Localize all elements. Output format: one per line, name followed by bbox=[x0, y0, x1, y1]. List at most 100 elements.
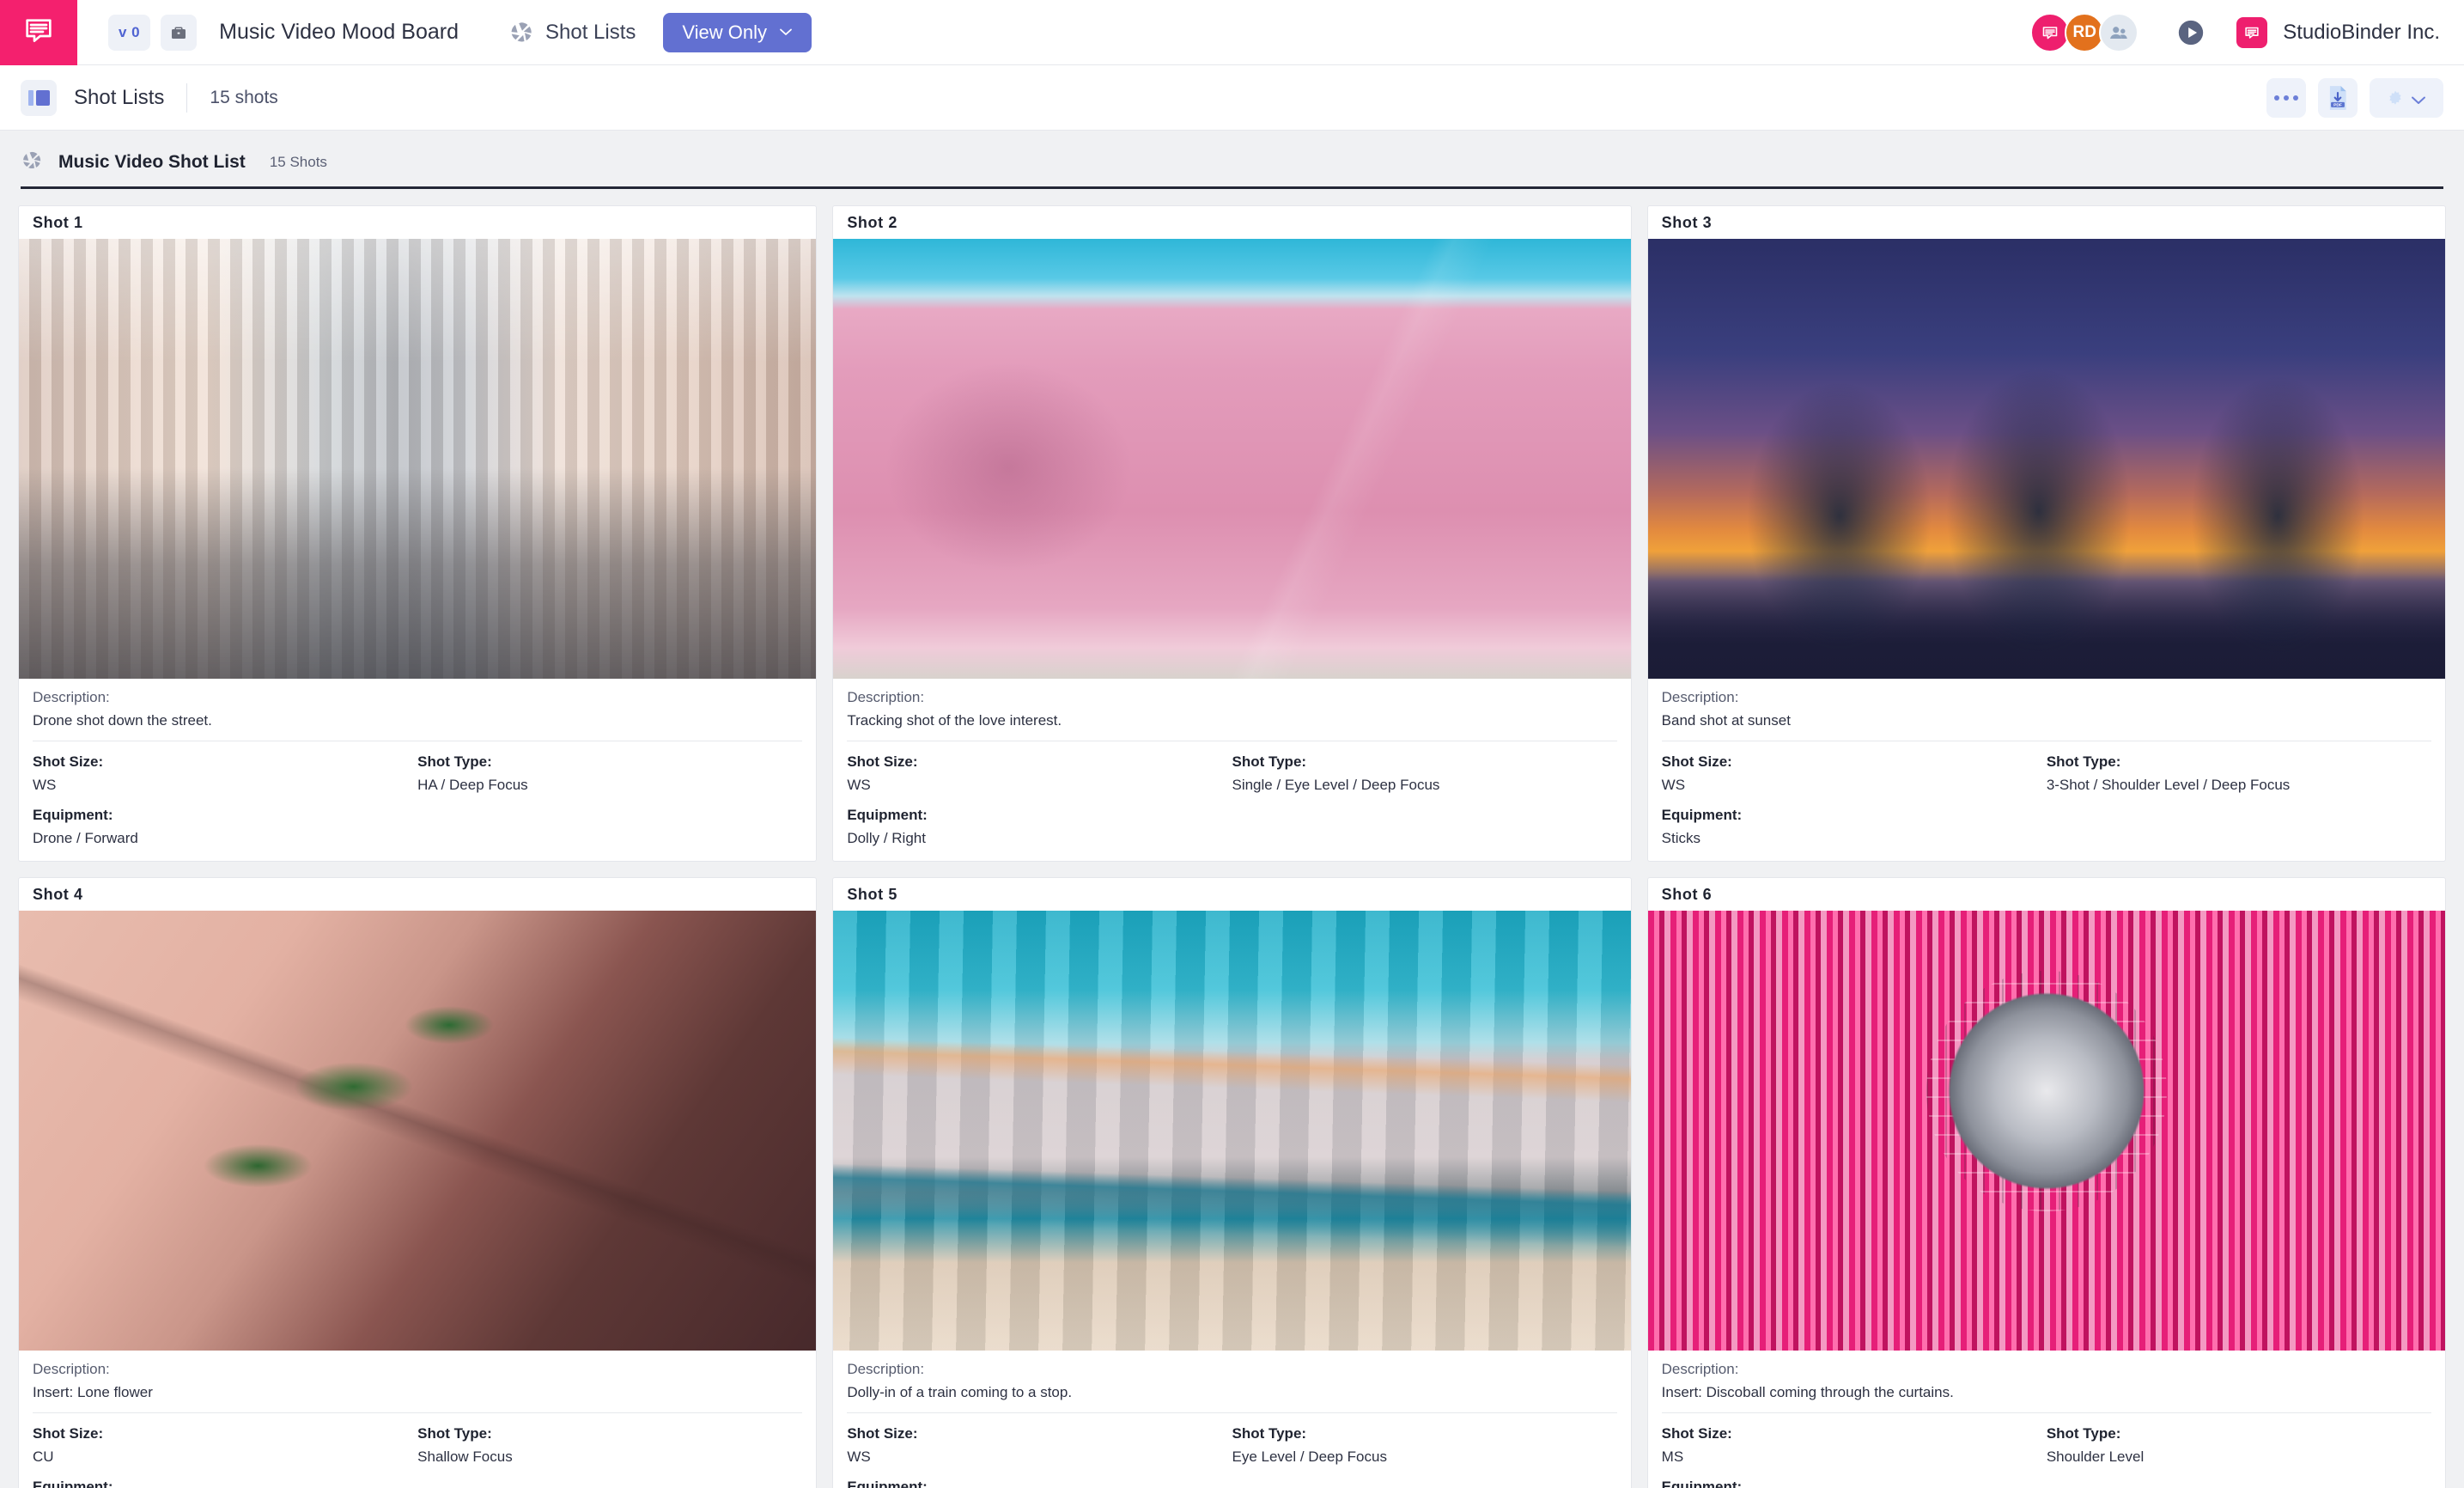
shots-count: 15 shots bbox=[210, 87, 278, 107]
shot-list-columns-icon bbox=[21, 79, 57, 116]
shot-list-title: Music Video Shot List bbox=[58, 152, 246, 172]
equipment-value: Sticks bbox=[1661, 830, 1700, 846]
shot-card-image[interactable] bbox=[1647, 911, 2445, 1351]
shot-card-body: Description: Drone shot down the street.… bbox=[19, 679, 816, 861]
shot-type-value: 3-Shot / Shoulder Level / Deep Focus bbox=[2046, 777, 2291, 793]
description-value: Dolly-in of a train coming to a stop. bbox=[847, 1384, 1073, 1400]
shot-type-value: Eye Level / Deep Focus bbox=[1232, 1448, 1387, 1465]
description-value: Tracking shot of the love interest. bbox=[847, 712, 1062, 729]
studiobinder-speech-bubble-logo-icon bbox=[21, 13, 56, 52]
shot-size-label: Shot Size: bbox=[33, 753, 104, 770]
shot-card[interactable]: Shot 1 Description: Drone shot down the … bbox=[18, 205, 818, 862]
top-bar: v 0 Music Video Mood Board Shot Lists Vi… bbox=[0, 0, 2464, 65]
shot-list-count: 15 Shots bbox=[269, 154, 327, 170]
shot-list-header: Music Video Shot List 15 Shots bbox=[0, 131, 2464, 189]
shot-size-label: Shot Size: bbox=[847, 1425, 918, 1442]
description-value: Drone shot down the street. bbox=[33, 712, 212, 729]
equipment-label: Equipment: bbox=[33, 807, 113, 823]
brand-name[interactable]: StudioBinder Inc. bbox=[2283, 21, 2440, 45]
shot-type-label: Shot Type: bbox=[2046, 1425, 2121, 1442]
description-label: Description: bbox=[33, 1361, 110, 1377]
play-circle-icon[interactable] bbox=[2176, 18, 2205, 47]
aperture-icon bbox=[508, 20, 534, 46]
project-title[interactable]: Music Video Mood Board bbox=[219, 20, 459, 45]
top-bar-left-group: v 0 Music Video Mood Board Shot Lists Vi… bbox=[77, 12, 812, 52]
equipment-label: Equipment: bbox=[847, 1479, 928, 1488]
sub-bar: Shot Lists 15 shots PDF bbox=[0, 65, 2464, 131]
shot-size-label: Shot Size: bbox=[1661, 1425, 1732, 1442]
shot-card-title: Shot 4 bbox=[33, 885, 83, 903]
shot-type-label: Shot Type: bbox=[1232, 1425, 1307, 1442]
divider bbox=[1661, 1412, 2431, 1413]
shot-type-label: Shot Type: bbox=[417, 753, 492, 770]
shot-size-value: WS bbox=[1661, 777, 1686, 793]
shot-card-image[interactable] bbox=[833, 239, 1631, 679]
shot-card-body: Description: Dolly-in of a train coming … bbox=[833, 1351, 1630, 1488]
shot-type-value: HA / Deep Focus bbox=[417, 777, 528, 793]
shot-card-image[interactable] bbox=[19, 911, 817, 1351]
shot-size-value: WS bbox=[847, 777, 871, 793]
shot-size-value: CU bbox=[33, 1448, 54, 1465]
equipment-label: Equipment: bbox=[1661, 1479, 1743, 1488]
shot-card-image[interactable] bbox=[833, 911, 1631, 1351]
shot-size-label: Shot Size: bbox=[847, 753, 918, 770]
shot-card[interactable]: Shot 2 Description: Tracking shot of the… bbox=[832, 205, 1632, 862]
settings-gear-icon bbox=[2387, 89, 2404, 107]
shot-card-title: Shot 6 bbox=[1661, 885, 1713, 903]
description-label: Description: bbox=[1661, 689, 1739, 705]
description-label: Description: bbox=[33, 689, 110, 705]
shot-type-label: Shot Type: bbox=[1232, 753, 1307, 770]
ellipsis-icon bbox=[2274, 95, 2298, 101]
description-label: Description: bbox=[1661, 1361, 1739, 1377]
avatar-team[interactable] bbox=[2099, 13, 2139, 52]
equipment-value: Drone / Forward bbox=[33, 830, 138, 846]
shot-size-value: MS bbox=[1661, 1448, 1684, 1465]
shot-card[interactable]: Shot 3 Description: Band shot at sunset … bbox=[1646, 205, 2446, 862]
shot-card[interactable]: Shot 6 Description: Insert: Discoball co… bbox=[1646, 877, 2446, 1488]
top-bar-shot-lists-link[interactable]: Shot Lists bbox=[508, 20, 636, 46]
shot-card-body: Description: Tracking shot of the love i… bbox=[833, 679, 1630, 861]
shot-card-image[interactable] bbox=[1647, 239, 2445, 679]
studiobinder-mark-icon[interactable] bbox=[2236, 17, 2268, 48]
divider bbox=[847, 1412, 1617, 1413]
shot-card[interactable]: Shot 5 Description: Dolly-in of a train … bbox=[832, 877, 1632, 1488]
shot-card-body: Description: Band shot at sunset Shot Si… bbox=[1648, 679, 2445, 861]
shot-type-label: Shot Type: bbox=[417, 1425, 492, 1442]
equipment-value: Dolly / Right bbox=[847, 830, 926, 846]
more-options-button[interactable] bbox=[2266, 78, 2306, 118]
shot-type-value: Single / Eye Level / Deep Focus bbox=[1232, 777, 1440, 793]
sub-bar-title: Shot Lists bbox=[74, 85, 165, 109]
app-logo-button[interactable] bbox=[0, 0, 77, 65]
shot-card-title: Shot 3 bbox=[1661, 213, 1713, 231]
shot-card-body: Description: Insert: Lone flower Shot Si… bbox=[19, 1351, 816, 1488]
view-only-label: View Only bbox=[682, 21, 768, 43]
shot-size-value: WS bbox=[847, 1448, 871, 1465]
shot-type-value: Shallow Focus bbox=[417, 1448, 513, 1465]
view-only-dropdown-button[interactable]: View Only bbox=[663, 12, 812, 52]
top-bar-shot-lists-label: Shot Lists bbox=[545, 20, 636, 44]
aperture-icon bbox=[21, 149, 46, 175]
shot-card-title: Shot 2 bbox=[847, 213, 897, 231]
description-label: Description: bbox=[847, 1361, 925, 1377]
download-pdf-button[interactable]: PDF bbox=[2318, 78, 2358, 118]
shot-card-title: Shot 5 bbox=[847, 885, 897, 903]
chevron-down-icon bbox=[779, 26, 793, 40]
divider bbox=[186, 82, 188, 113]
equipment-label: Equipment: bbox=[33, 1479, 113, 1488]
description-label: Description: bbox=[847, 689, 925, 705]
view-options-dropdown[interactable] bbox=[2370, 78, 2443, 118]
shot-card-image[interactable] bbox=[19, 239, 817, 679]
shot-type-value: Shoulder Level bbox=[2046, 1448, 2145, 1465]
version-badge[interactable]: v 0 bbox=[108, 14, 151, 51]
briefcase-icon[interactable] bbox=[161, 14, 198, 51]
svg-text:PDF: PDF bbox=[2333, 103, 2342, 108]
shot-card-body: Description: Insert: Discoball coming th… bbox=[1648, 1351, 2445, 1488]
sub-bar-actions: PDF bbox=[2266, 65, 2443, 131]
equipment-label: Equipment: bbox=[847, 807, 928, 823]
top-bar-right-group: RD StudioBinder Inc. bbox=[2030, 0, 2440, 65]
divider bbox=[33, 1412, 803, 1413]
equipment-label: Equipment: bbox=[1661, 807, 1743, 823]
shot-card[interactable]: Shot 4 Description: Insert: Lone flower … bbox=[18, 877, 818, 1488]
pdf-download-icon: PDF bbox=[2327, 85, 2349, 111]
shot-type-label: Shot Type: bbox=[2046, 753, 2121, 770]
